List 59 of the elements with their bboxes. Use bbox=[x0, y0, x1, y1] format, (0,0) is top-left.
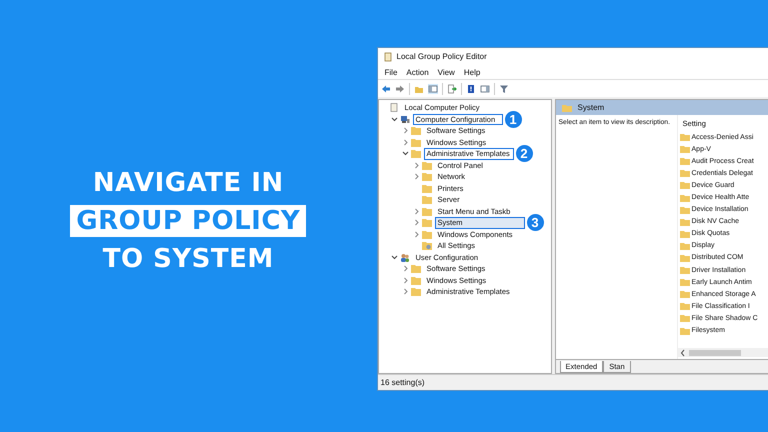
folder-icon bbox=[680, 314, 690, 322]
heading-line: NAVIGATE IN bbox=[92, 167, 285, 199]
computer-icon bbox=[400, 114, 410, 124]
step-number-badge: 1 bbox=[502, 108, 524, 130]
settings-folder-icon bbox=[422, 241, 432, 250]
folder-icon bbox=[422, 206, 432, 216]
folder-icon bbox=[422, 218, 432, 228]
folder-icon bbox=[680, 242, 690, 250]
back-arrow-icon[interactable] bbox=[380, 84, 391, 94]
folder-icon bbox=[422, 184, 432, 193]
folder-icon bbox=[680, 133, 690, 142]
folder-icon bbox=[680, 230, 690, 238]
filter-icon[interactable] bbox=[498, 84, 509, 94]
folder-icon bbox=[680, 157, 690, 166]
folder-icon bbox=[422, 195, 432, 204]
folder-icon bbox=[410, 276, 421, 285]
folder-icon bbox=[680, 194, 690, 202]
folder-icon bbox=[680, 302, 690, 310]
details-title: System bbox=[578, 103, 604, 112]
menu-item[interactable]: Action bbox=[406, 68, 429, 76]
folder-icon bbox=[680, 266, 690, 274]
panel-icon[interactable] bbox=[428, 84, 438, 94]
help-icon[interactable] bbox=[466, 84, 476, 94]
expanded-chevron-icon[interactable] bbox=[390, 254, 400, 261]
horizontal-scrollbar[interactable] bbox=[678, 348, 768, 357]
folder-icon bbox=[422, 160, 432, 170]
folder-icon bbox=[422, 172, 432, 182]
menu-item[interactable]: File bbox=[384, 68, 398, 76]
users-icon bbox=[400, 252, 410, 262]
folder-icon bbox=[680, 218, 690, 226]
folder-icon bbox=[410, 264, 421, 274]
menu-item[interactable]: Help bbox=[464, 68, 480, 76]
expanded-chevron-icon[interactable] bbox=[390, 116, 400, 123]
folder-icon bbox=[410, 287, 421, 296]
folder-icon bbox=[680, 254, 690, 262]
folder-icon bbox=[680, 326, 690, 335]
folder-icon bbox=[422, 230, 432, 239]
panel-icon[interactable] bbox=[480, 84, 490, 94]
heading-line: TO SYSTEM bbox=[102, 243, 275, 275]
folder-icon bbox=[680, 169, 690, 178]
export-icon[interactable] bbox=[446, 84, 457, 94]
step-number-badge: 3 bbox=[524, 212, 546, 234]
document-icon bbox=[382, 52, 393, 62]
window-title: Local Group Policy Editor bbox=[396, 52, 487, 61]
document-icon bbox=[388, 103, 399, 112]
folder-icon bbox=[680, 278, 690, 286]
folder-icon bbox=[680, 145, 690, 154]
expanded-chevron-icon[interactable] bbox=[400, 150, 411, 158]
folder-icon bbox=[562, 104, 572, 112]
folder-icon bbox=[680, 181, 690, 190]
forward-arrow-icon[interactable] bbox=[394, 84, 405, 94]
status-bar: 16 setting(s) bbox=[378, 374, 768, 390]
folder-icon bbox=[410, 138, 421, 147]
folder-icon bbox=[680, 290, 690, 298]
folder-icon bbox=[410, 149, 421, 158]
step-number-badge: 2 bbox=[514, 143, 535, 164]
folder-icon bbox=[410, 126, 421, 136]
menu-item[interactable]: View bbox=[438, 68, 455, 76]
folder-icon bbox=[680, 206, 690, 214]
